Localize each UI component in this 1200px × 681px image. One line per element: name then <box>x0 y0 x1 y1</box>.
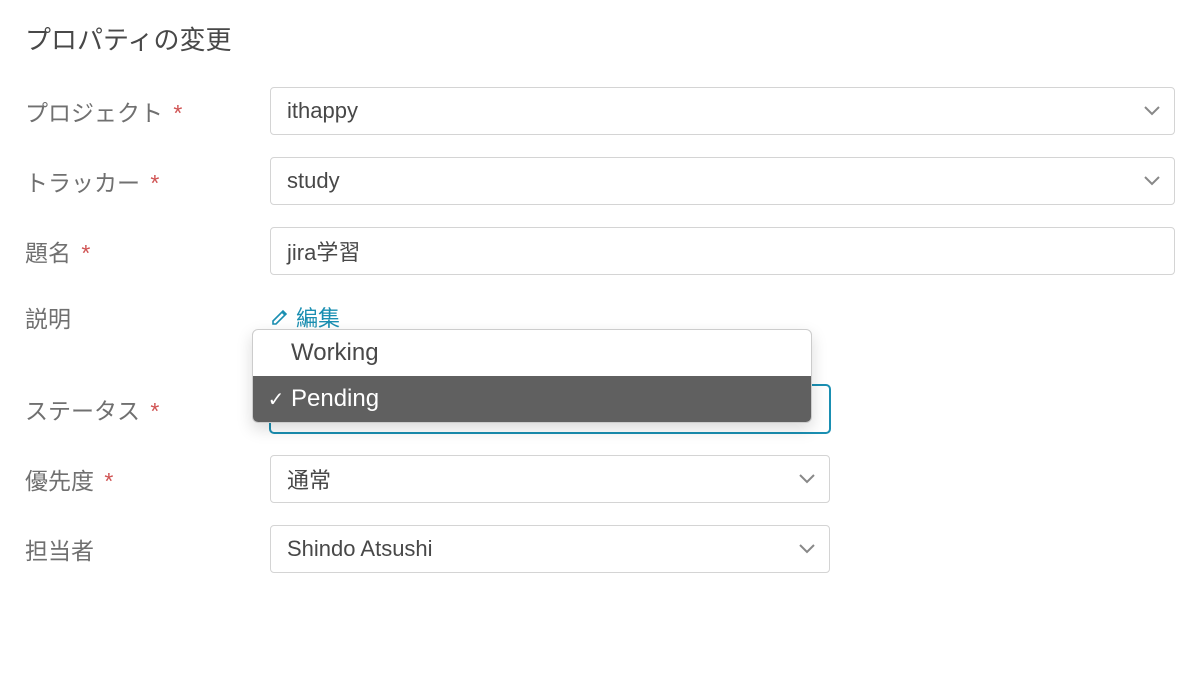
row-tracker: トラッカー * study <box>25 157 1175 205</box>
tracker-select[interactable]: study <box>270 157 1175 205</box>
required-mark: * <box>81 240 90 266</box>
chevron-down-icon <box>797 469 817 489</box>
status-option-label: Working <box>291 339 379 367</box>
label-priority: 優先度 * <box>25 462 270 496</box>
row-status: ステータス * Working ✓ Pending <box>25 385 1175 433</box>
control-assignee: Shindo Atsushi <box>270 525 830 573</box>
label-status-text: ステータス <box>25 398 140 424</box>
label-description-text: 説明 <box>25 306 71 332</box>
tracker-select-value: study <box>287 168 340 194</box>
subject-input[interactable]: jira学習 <box>270 227 1175 275</box>
form-title: プロパティの変更 <box>25 20 1175 57</box>
label-tracker: トラッカー * <box>25 164 270 198</box>
label-subject: 題名 * <box>25 234 270 268</box>
assignee-select-value: Shindo Atsushi <box>287 536 433 562</box>
required-mark: * <box>173 100 182 126</box>
status-option-label: Pending <box>291 385 379 413</box>
label-project-text: プロジェクト <box>25 100 163 126</box>
status-option-pending[interactable]: ✓ Pending <box>253 376 811 422</box>
label-status: ステータス * <box>25 392 270 426</box>
priority-select-value: 通常 <box>287 463 331 495</box>
row-assignee: 担当者 Shindo Atsushi <box>25 525 1175 573</box>
required-mark: * <box>150 170 159 196</box>
priority-select[interactable]: 通常 <box>270 455 830 503</box>
chevron-down-icon <box>797 539 817 559</box>
project-select[interactable]: ithappy <box>270 87 1175 135</box>
label-subject-text: 題名 <box>25 240 71 266</box>
check-icon: ✓ <box>263 387 289 412</box>
control-status: Working ✓ Pending <box>270 385 830 433</box>
label-assignee-text: 担当者 <box>25 538 94 564</box>
control-priority: 通常 <box>270 455 830 503</box>
control-subject: jira学習 <box>270 227 1175 275</box>
label-project: プロジェクト * <box>25 94 270 128</box>
required-mark: * <box>150 398 159 424</box>
required-mark: * <box>104 468 113 494</box>
control-tracker: study <box>270 157 1175 205</box>
label-assignee: 担当者 <box>25 532 270 566</box>
status-dropdown: Working ✓ Pending <box>252 329 812 423</box>
label-tracker-text: トラッカー <box>25 170 140 196</box>
status-option-working[interactable]: Working <box>253 330 811 376</box>
chevron-down-icon <box>1142 171 1162 191</box>
row-priority: 優先度 * 通常 <box>25 455 1175 503</box>
project-select-value: ithappy <box>287 98 358 124</box>
subject-input-value: jira学習 <box>287 235 360 267</box>
control-project: ithappy <box>270 87 1175 135</box>
label-description: 説明 <box>25 300 270 334</box>
row-subject: 題名 * jira学習 <box>25 227 1175 275</box>
chevron-down-icon <box>1142 101 1162 121</box>
row-project: プロジェクト * ithappy <box>25 87 1175 135</box>
pencil-icon <box>270 307 290 327</box>
label-priority-text: 優先度 <box>25 468 94 494</box>
assignee-select[interactable]: Shindo Atsushi <box>270 525 830 573</box>
